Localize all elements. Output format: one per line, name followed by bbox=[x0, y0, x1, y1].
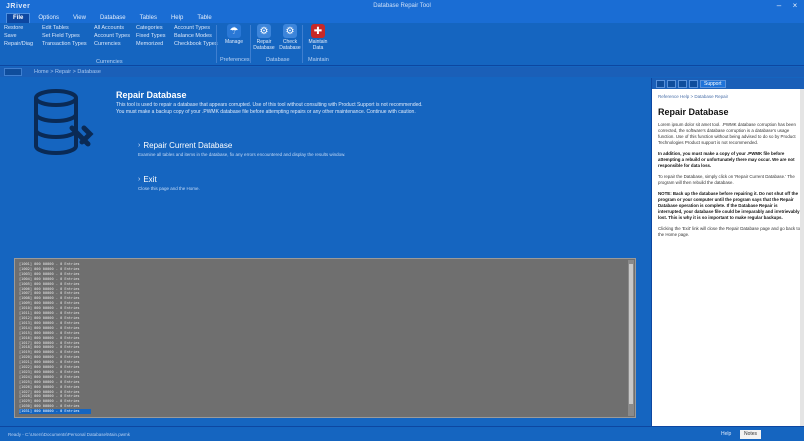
ribbon-link-balance-modes[interactable]: Balance Modes bbox=[174, 33, 218, 39]
log-line[interactable]: [1031] 000 00000 - 0 Entries bbox=[19, 409, 91, 415]
menu-file[interactable]: File bbox=[6, 13, 31, 23]
ribbon-separator bbox=[302, 25, 303, 63]
help-breadcrumb[interactable]: Reference Help > Database Repair bbox=[658, 94, 728, 99]
repair-action-description: Examine all tables and items in the data… bbox=[138, 152, 346, 157]
menu-options[interactable]: Options bbox=[32, 14, 65, 23]
title-bar: JRiver Database Repair Tool – × bbox=[0, 0, 804, 12]
page-title: Repair Database bbox=[116, 90, 187, 100]
exit-action-description: Close this page and the Home. bbox=[138, 186, 200, 191]
ribbon-link-transaction-types[interactable]: Transaction Types bbox=[42, 41, 87, 47]
close-button[interactable]: × bbox=[790, 1, 800, 11]
db-check-icon: ⚙ bbox=[283, 24, 297, 38]
status-tab-notes[interactable]: Notes bbox=[740, 430, 762, 439]
help-panel: Support Reference Help > Database Repair… bbox=[651, 78, 804, 426]
menu-table[interactable]: Table bbox=[191, 14, 217, 23]
help-toolbar: Support bbox=[652, 78, 804, 89]
help-body: Lorem ipsum dolor sit amet tool. .PWMK d… bbox=[658, 122, 800, 243]
status-bar: Ready - C:\Users\Documents\Personal Data… bbox=[0, 426, 804, 441]
umbrella-icon: ☂ bbox=[227, 24, 241, 38]
db-repair-icon: ⚙ bbox=[257, 24, 271, 38]
window-controls: – × bbox=[774, 1, 800, 11]
main-panel: Repair Database This tool is used to rep… bbox=[0, 78, 651, 426]
ribbon-group-tables: Restore Save Repair/Diag Edit Tables Set… bbox=[4, 25, 218, 65]
window-title: Database Repair Tool bbox=[373, 3, 431, 9]
repair-current-database-link[interactable]: Repair Current Database bbox=[143, 141, 232, 150]
log-lines: [1001] 000 00000 - 0 Entries [1002] 000 0… bbox=[19, 262, 619, 415]
maintain-group-label: Maintain bbox=[308, 57, 329, 63]
ribbon-link-memorized[interactable]: Memorized bbox=[136, 41, 166, 47]
repair-database-button[interactable]: ⚙ Repair Database bbox=[250, 24, 278, 51]
app-logo: JRiver bbox=[6, 2, 31, 10]
log-line[interactable]: [1030] 000 00000 - 0 Entries bbox=[19, 404, 619, 409]
help-home-button[interactable] bbox=[678, 79, 687, 88]
ribbon-link-account-types[interactable]: Account Types bbox=[94, 33, 130, 39]
ribbon-group-label: Currencies bbox=[96, 59, 123, 65]
ribbon-link-account-types-2[interactable]: Account Types bbox=[174, 25, 218, 31]
breadcrumb[interactable]: Home > Repair > Database bbox=[34, 69, 101, 75]
menu-view[interactable]: View bbox=[67, 14, 92, 23]
ribbon-link-all-accounts[interactable]: All Accounts bbox=[94, 25, 130, 31]
help-print-button[interactable] bbox=[689, 79, 698, 88]
repair-log[interactable]: [1001] 000 00000 - 0 Entries [1002] 000 0… bbox=[14, 258, 636, 418]
help-forward-button[interactable] bbox=[667, 79, 676, 88]
ribbon-link-checkbook-types[interactable]: Checkbook Types bbox=[174, 41, 218, 47]
help-support-tab[interactable]: Support bbox=[700, 79, 726, 88]
page-warning: You must make a backup copy of your .PWM… bbox=[116, 109, 416, 115]
ribbon-link-edit-tables[interactable]: Edit Tables bbox=[42, 25, 87, 31]
help-back-button[interactable] bbox=[656, 79, 665, 88]
home-button[interactable] bbox=[4, 68, 22, 76]
maintain-icon: ✚ bbox=[311, 24, 325, 38]
ribbon-link-categories[interactable]: Categories bbox=[136, 25, 166, 31]
help-scrollbar[interactable] bbox=[800, 89, 804, 426]
log-scrollbar[interactable] bbox=[628, 260, 634, 416]
minimize-button[interactable]: – bbox=[774, 1, 784, 11]
database-group-label: Database bbox=[266, 57, 290, 63]
ribbon-link-restore[interactable]: Restore bbox=[4, 25, 33, 31]
help-paragraph: NOTE: Back up the database before repair… bbox=[658, 191, 800, 220]
ribbon-link-field-types[interactable]: Set Field Types bbox=[42, 33, 87, 39]
help-title: Repair Database bbox=[658, 107, 729, 117]
maintain-data-button[interactable]: ✚ Maintain Data bbox=[304, 24, 332, 51]
page-description: This tool is used to repair a database t… bbox=[116, 102, 423, 108]
arrow-right-icon: › bbox=[138, 142, 141, 149]
check-database-button[interactable]: ⚙ Check Database bbox=[276, 24, 304, 51]
ribbon: Restore Save Repair/Diag Edit Tables Set… bbox=[0, 23, 804, 66]
breadcrumb-bar: Home > Repair > Database bbox=[0, 67, 804, 77]
database-icon bbox=[34, 89, 94, 155]
menu-database[interactable]: Database bbox=[94, 14, 132, 23]
ribbon-link-repair-diag[interactable]: Repair/Diag bbox=[4, 41, 33, 47]
menu-bar: File Options View Database Tables Help T… bbox=[0, 12, 804, 23]
repair-current-database-action[interactable]: › Repair Current Database Examine all ta… bbox=[138, 141, 345, 157]
exit-link[interactable]: Exit bbox=[143, 175, 156, 184]
status-text: Ready - C:\Users\Documents\Personal Data… bbox=[8, 432, 131, 437]
arrow-right-icon: › bbox=[138, 176, 141, 183]
exit-action[interactable]: › Exit Close this page and the Home. bbox=[138, 175, 200, 191]
log-scrollbar-thumb[interactable] bbox=[629, 264, 633, 404]
help-paragraph: Clicking the 'Exit' link will close the … bbox=[658, 226, 801, 237]
ribbon-link-currencies[interactable]: Currencies bbox=[94, 41, 130, 47]
status-tab-help[interactable]: Help bbox=[717, 430, 735, 439]
menu-help[interactable]: Help bbox=[165, 14, 189, 23]
ribbon-link-fixed-types[interactable]: Fixed Types bbox=[136, 33, 166, 39]
preferences-group-label: Preferences bbox=[220, 57, 250, 63]
ribbon-link-save[interactable]: Save bbox=[4, 33, 33, 39]
menu-tables[interactable]: Tables bbox=[134, 14, 163, 23]
help-paragraph: In addition, you must make a copy of you… bbox=[658, 151, 795, 168]
help-paragraph: Lorem ipsum dolor sit amet tool. .PWMK d… bbox=[658, 122, 796, 145]
help-paragraph: To repair the Database, simply click on … bbox=[658, 174, 795, 185]
ribbon-separator bbox=[216, 25, 217, 63]
manage-button[interactable]: ☂ Manage bbox=[220, 24, 248, 45]
